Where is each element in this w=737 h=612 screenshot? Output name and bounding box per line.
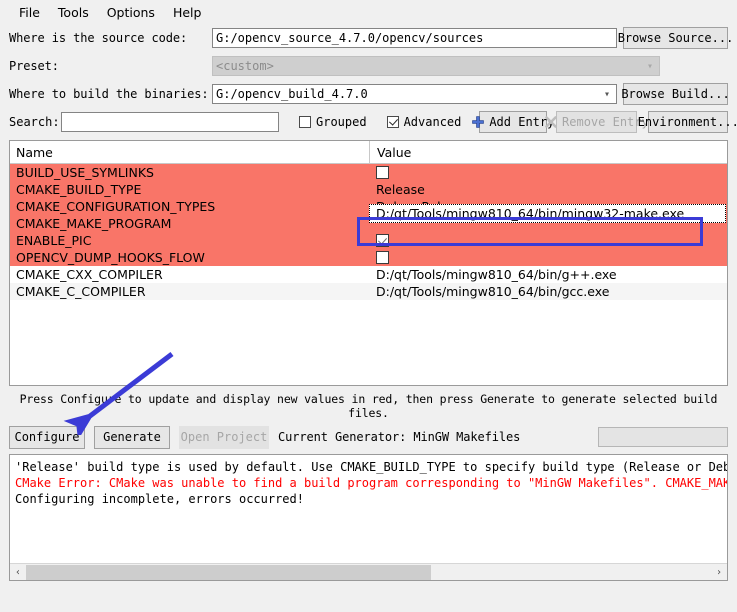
variable-name: ENABLE_PIC	[16, 233, 92, 248]
search-input[interactable]	[61, 112, 279, 132]
table-row[interactable]: OPENCV_DUMP_HOOKS_FLOW	[10, 249, 727, 266]
log-text: 'Release' build type is used by default.…	[10, 455, 727, 507]
preset-row: Preset: <custom> ▾	[9, 52, 728, 80]
scrollbar-thumb[interactable]	[26, 564, 431, 580]
menu-bar: File Tools Options Help	[0, 0, 737, 24]
checkbox-icon[interactable]	[376, 166, 389, 179]
generate-button[interactable]: Generate	[94, 425, 170, 449]
value-edit-field[interactable]: D:/qt/Tools/mingw810_64/bin/mingw32-make…	[369, 204, 726, 223]
browse-source-button[interactable]: Browse Source...	[618, 27, 733, 49]
scroll-right-icon[interactable]: ›	[711, 565, 727, 580]
configure-button[interactable]: Configure	[9, 425, 85, 449]
variable-name: CMAKE_C_COMPILER	[16, 284, 146, 299]
search-label: Search:	[9, 115, 60, 129]
preset-label: Preset:	[9, 59, 59, 73]
table-row[interactable]: ENABLE_PIC	[10, 232, 727, 249]
cache-variables-table[interactable]: Name Value BUILD_USE_SYMLINKS CMAKE_BUIL…	[9, 140, 728, 386]
menu-help[interactable]: Help	[164, 2, 211, 23]
variable-name: OPENCV_DUMP_HOOKS_FLOW	[16, 250, 205, 265]
remove-entry-label: Remove Entry	[562, 115, 649, 129]
checkbox-icon[interactable]	[376, 251, 389, 264]
preset-value: <custom>	[216, 59, 274, 73]
variable-name: BUILD_USE_SYMLINKS	[16, 165, 154, 180]
source-label: Where is the source code:	[9, 31, 188, 45]
scrollbar-track[interactable]	[26, 564, 711, 580]
variable-value[interactable]: D:/qt/Tools/mingw810_64/bin/g++.exe	[369, 267, 727, 282]
browse-build-button[interactable]: Browse Build...	[621, 83, 730, 105]
build-row: Where to build the binaries: G:/opencv_b…	[9, 80, 730, 108]
column-header-name[interactable]: Name	[10, 145, 369, 160]
build-label: Where to build the binaries:	[9, 87, 209, 101]
plus-icon	[472, 116, 485, 128]
advanced-checkbox[interactable]: Advanced	[386, 115, 462, 129]
log-line-error: CMake Error: CMake was unable to find a …	[15, 476, 728, 490]
log-line: Configuring incomplete, errors occurred!	[15, 492, 304, 506]
table-header: Name Value	[10, 141, 727, 164]
variable-name: CMAKE_BUILD_TYPE	[16, 182, 142, 197]
grouped-checkbox[interactable]: Grouped	[299, 115, 367, 129]
checkbox-checked-icon[interactable]	[376, 234, 389, 247]
path-form: Where is the source code: G:/opencv_sour…	[0, 24, 737, 136]
open-project-button: Open Project	[179, 425, 269, 449]
action-bar: Configure Generate Open Project Current …	[0, 425, 737, 449]
table-row[interactable]: CMAKE_C_COMPILER D:/qt/Tools/mingw810_64…	[10, 283, 727, 300]
variable-value[interactable]	[369, 251, 727, 264]
menu-tools[interactable]: Tools	[49, 2, 98, 23]
grouped-label: Grouped	[316, 115, 367, 129]
variable-value[interactable]: D:/qt/Tools/mingw810_64/bin/gcc.exe	[369, 284, 727, 299]
table-row[interactable]: BUILD_USE_SYMLINKS	[10, 164, 727, 181]
environment-button[interactable]: Environment...	[638, 111, 737, 133]
build-combobox[interactable]: G:/opencv_build_4.7.0 ▾	[212, 84, 617, 104]
horizontal-scrollbar[interactable]: ‹ ›	[10, 563, 727, 580]
column-header-value[interactable]: Value	[369, 141, 727, 163]
menu-file[interactable]: File	[10, 2, 49, 23]
checkbox-checked-icon[interactable]	[386, 116, 399, 128]
chevron-down-icon[interactable]: ▾	[604, 85, 610, 103]
remove-entry-button: Remove Entry	[545, 111, 649, 133]
chevron-down-icon: ▾	[646, 60, 653, 72]
preset-combobox: <custom> ▾	[212, 56, 660, 76]
menu-options[interactable]: Options	[98, 2, 164, 23]
scroll-left-icon[interactable]: ‹	[10, 565, 26, 580]
log-output[interactable]: 'Release' build type is used by default.…	[9, 454, 728, 581]
variable-name: CMAKE_CXX_COMPILER	[16, 267, 163, 282]
advanced-label: Advanced	[403, 115, 462, 129]
current-generator-label: Current Generator: MinGW Makefiles	[278, 430, 521, 444]
add-entry-button[interactable]: Add Entry	[472, 111, 554, 133]
hint-text: Press Configure to update and display ne…	[19, 392, 718, 420]
table-row[interactable]: CMAKE_BUILD_TYPE Release	[10, 181, 727, 198]
variable-name: CMAKE_MAKE_PROGRAM	[16, 216, 172, 231]
variable-value[interactable]	[369, 234, 727, 247]
table-row[interactable]: CMAKE_CXX_COMPILER D:/qt/Tools/mingw810_…	[10, 266, 727, 283]
build-value: G:/opencv_build_4.7.0	[216, 87, 368, 101]
source-input[interactable]: G:/opencv_source_4.7.0/opencv/sources	[212, 28, 617, 48]
source-row: Where is the source code: G:/opencv_sour…	[9, 24, 733, 52]
remove-x-icon	[545, 116, 557, 128]
toolbar-row: Search: Grouped Advanced Add Entry Remov…	[9, 108, 737, 136]
variable-name: CMAKE_CONFIGURATION_TYPES	[16, 199, 216, 214]
log-line: 'Release' build type is used by default.…	[15, 460, 728, 474]
variable-value[interactable]	[369, 166, 727, 179]
variable-value[interactable]: Release	[369, 182, 727, 197]
checkbox-icon[interactable]	[299, 116, 311, 128]
progress-bar	[598, 427, 728, 447]
